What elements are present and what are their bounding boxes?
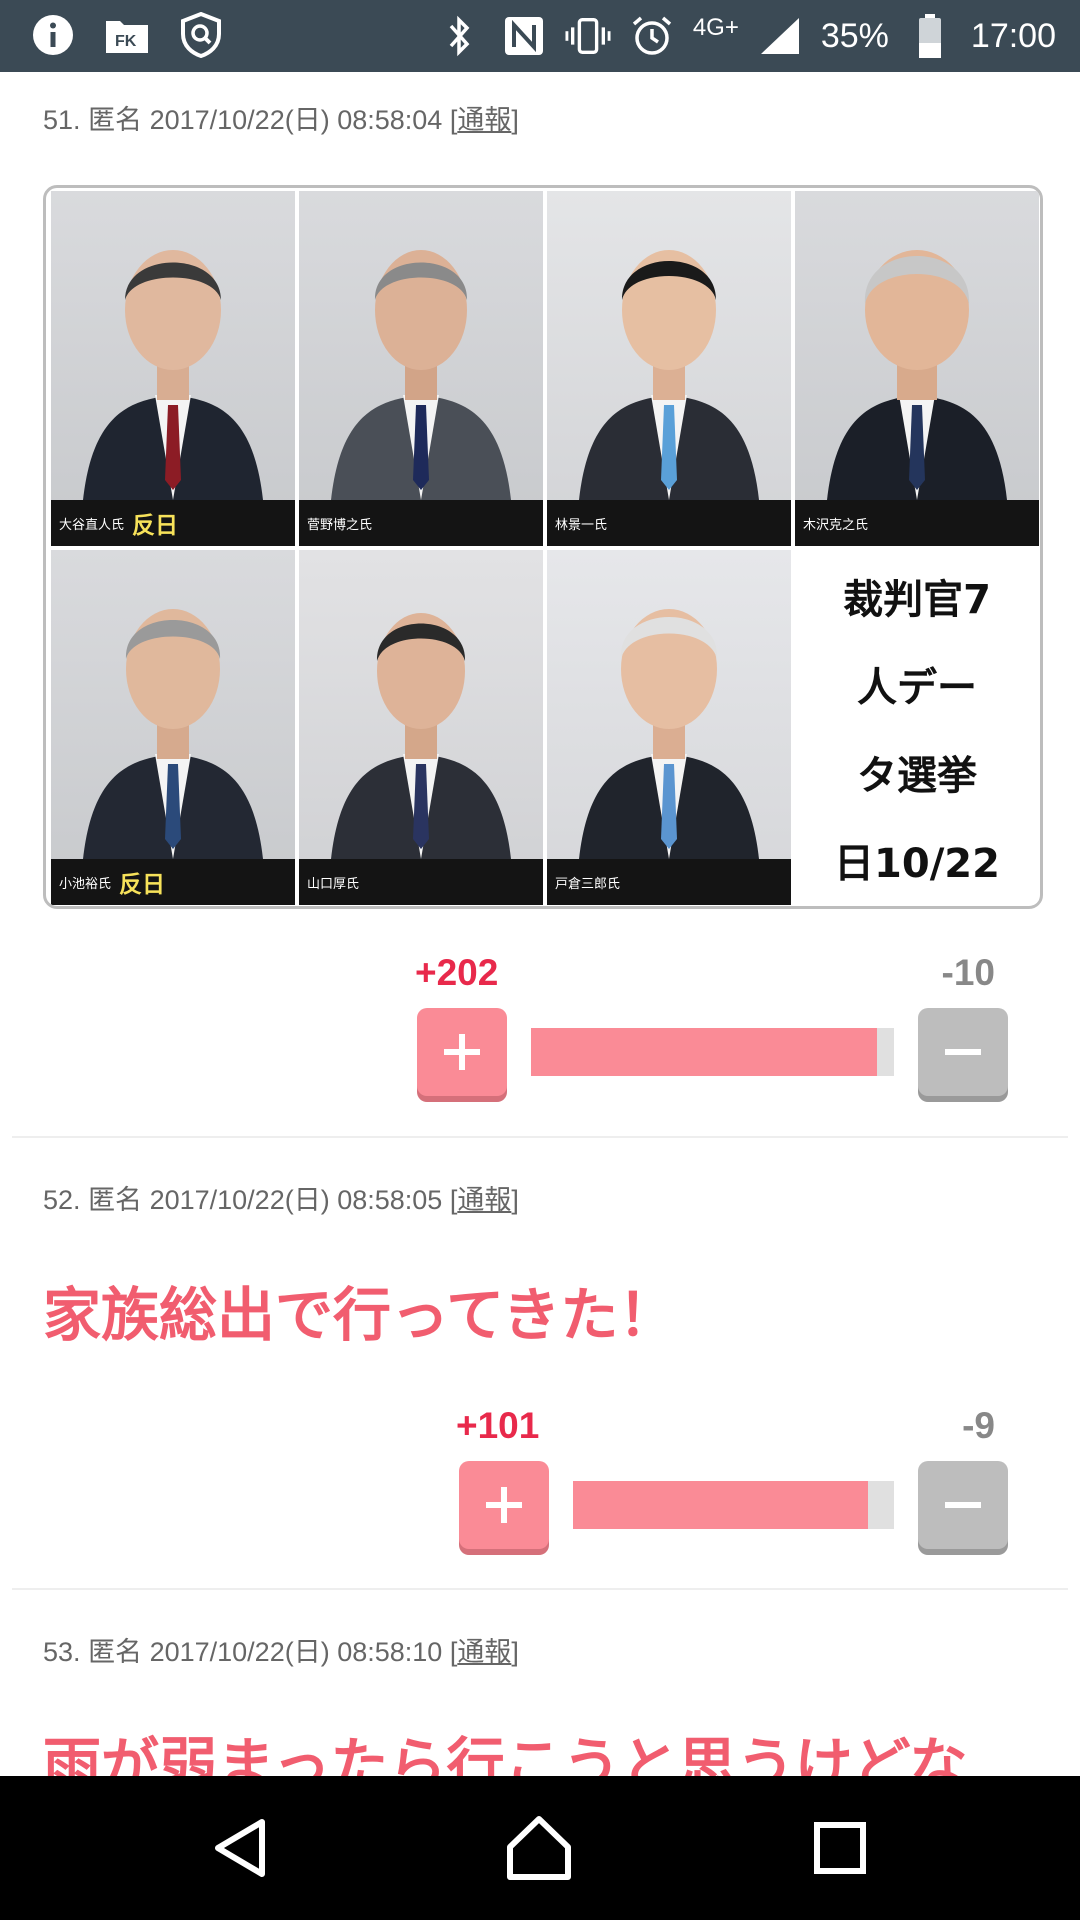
judge-portrait	[331, 250, 511, 500]
clock: 17:00	[970, 16, 1056, 55]
info-icon	[30, 12, 76, 58]
comment-meta: 52. 匿名 2017/10/22(日) 08:58:05 [通報]	[43, 1178, 519, 1217]
minus-count: -10	[941, 952, 995, 993]
vote-widget: +101 -9	[0, 1405, 1080, 1549]
plus-icon	[486, 1487, 522, 1523]
battery-percent: 35%	[820, 16, 889, 55]
comment-author: 匿名	[88, 1637, 143, 1667]
recent-apps-icon	[814, 1822, 866, 1874]
judge-tag: 反日	[132, 512, 179, 538]
image-text-panel: 裁判官7 人デー タ選挙 日10/22	[795, 550, 1039, 905]
report-bracket-close: ]	[511, 1637, 519, 1667]
comment-datetime: 2017/10/22(日) 08:58:04	[149, 105, 443, 135]
comment-list[interactable]: 51. 匿名 2017/10/22(日) 08:58:04 [通報] 大谷直人氏…	[0, 72, 1080, 1776]
judge-portrait	[579, 609, 759, 859]
home-button[interactable]	[503, 1812, 575, 1884]
comment-divider	[12, 1136, 1068, 1138]
judge-photo: 山口厚氏	[299, 550, 543, 905]
comment-number: 51.	[43, 105, 81, 135]
vote-ratio-fill	[531, 1028, 877, 1076]
vote-ratio-fill	[573, 1481, 868, 1529]
minus-button[interactable]	[918, 1461, 1008, 1549]
report-link[interactable]: 通報	[457, 105, 511, 135]
plus-button[interactable]	[459, 1461, 549, 1549]
comment-number: 52.	[43, 1185, 81, 1215]
svg-text:FK: FK	[115, 33, 137, 50]
news-app-icon: FK	[104, 12, 150, 58]
recent-apps-button[interactable]	[804, 1812, 876, 1884]
comment-author: 匿名	[88, 1185, 143, 1215]
judge-photo: 大谷直人氏 反日	[51, 191, 295, 546]
navigation-bar	[0, 1776, 1080, 1920]
judge-photo: 菅野博之氏	[299, 191, 543, 546]
image-text-line: 裁判官7	[843, 576, 991, 623]
image-text-line: 日10/22	[834, 840, 1000, 887]
judge-photo: 戸倉三郎氏	[547, 550, 791, 905]
judge-name: 戸倉三郎氏	[555, 875, 621, 891]
nfc-icon	[501, 13, 547, 59]
judge-name: 小池裕氏	[59, 875, 112, 891]
back-button[interactable]	[206, 1812, 278, 1884]
comment-number: 53.	[43, 1637, 81, 1667]
comment-meta: 51. 匿名 2017/10/22(日) 08:58:04 [通報]	[43, 98, 519, 137]
vote-widget: +202 -10	[0, 952, 1080, 1096]
comment-meta: 53. 匿名 2017/10/22(日) 08:58:10 [通報]	[43, 1630, 519, 1669]
minus-button[interactable]	[918, 1008, 1008, 1096]
report-link[interactable]: 通報	[457, 1637, 511, 1667]
report-link[interactable]: 通報	[457, 1185, 511, 1215]
comment-datetime: 2017/10/22(日) 08:58:05	[149, 1185, 443, 1215]
judge-portrait	[331, 613, 511, 859]
bluetooth-icon	[437, 13, 483, 59]
comment-body: 家族総出で行ってきた！	[43, 1281, 677, 1349]
judge-photo: 小池裕氏 反日	[51, 550, 295, 905]
vote-ratio-bar	[531, 1028, 894, 1076]
shield-search-icon	[178, 12, 224, 58]
judge-name: 菅野博之氏	[307, 516, 373, 532]
vibrate-icon	[565, 13, 611, 59]
comment-datetime: 2017/10/22(日) 08:58:10	[149, 1637, 443, 1667]
comment-image[interactable]: 大谷直人氏 反日 菅野博之氏 林景一氏 木沢克之氏 小池裕氏 反日 山口厚氏 戸…	[43, 185, 1043, 909]
judge-portrait	[83, 250, 263, 500]
home-icon	[507, 1816, 571, 1880]
network-type: 4G+	[692, 14, 739, 41]
image-text-line: タ選挙	[857, 752, 977, 799]
plus-count: +202	[415, 952, 499, 993]
alarm-icon	[629, 13, 675, 59]
plus-button[interactable]	[417, 1008, 507, 1096]
minus-icon	[945, 1502, 981, 1508]
judge-name: 木沢克之氏	[803, 516, 869, 532]
minus-count: -9	[962, 1405, 995, 1446]
battery-icon	[907, 13, 953, 59]
judge-name: 山口厚氏	[307, 875, 360, 891]
report-bracket-close: ]	[511, 1185, 519, 1215]
plus-icon	[444, 1034, 480, 1070]
status-bar: FK 4G+ 35% 17:00	[0, 0, 1080, 72]
image-text-line: 人デー	[857, 664, 977, 711]
signal-icon	[757, 13, 803, 59]
judge-name: 林景一氏	[555, 516, 608, 532]
comment-body: 雨が弱まったら行こうと思うけどな	[43, 1731, 968, 1776]
judge-portrait	[83, 609, 263, 859]
judge-tag: 反日	[119, 871, 166, 897]
comment-author: 匿名	[88, 105, 143, 135]
report-bracket-close: ]	[511, 105, 519, 135]
back-triangle-icon	[215, 1819, 265, 1877]
vote-ratio-bar	[573, 1481, 894, 1529]
judge-name: 大谷直人氏	[59, 516, 125, 532]
judge-photo: 林景一氏	[547, 191, 791, 546]
plus-count: +101	[456, 1405, 540, 1446]
judge-portrait	[827, 250, 1007, 500]
comment-divider	[12, 1588, 1068, 1590]
minus-icon	[945, 1049, 981, 1055]
judge-portrait	[579, 250, 759, 500]
judge-photo: 木沢克之氏	[795, 191, 1039, 546]
